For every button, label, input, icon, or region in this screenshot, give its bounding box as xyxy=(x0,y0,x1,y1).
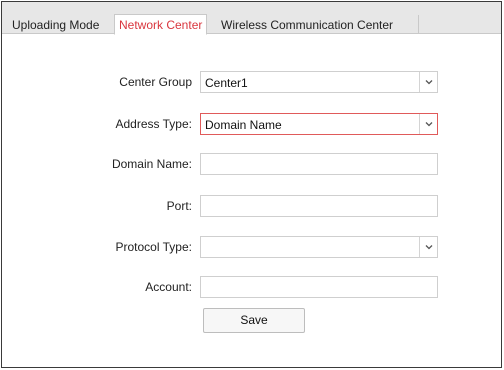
protocol-type-label: Protocol Type: xyxy=(115,240,193,254)
account-input[interactable] xyxy=(200,276,438,298)
address-type-label: Address Type: xyxy=(115,117,193,131)
address-type-select[interactable]: Domain Name xyxy=(200,113,438,135)
center-group-value: Center1 xyxy=(205,76,248,90)
tab-uploading-mode[interactable]: Uploading Mode xyxy=(8,16,103,34)
port-label: Port: xyxy=(166,199,192,213)
tab-network-center[interactable]: Network Center xyxy=(114,14,208,35)
center-group-label: Center Group xyxy=(119,75,192,89)
protocol-type-select[interactable] xyxy=(200,236,438,258)
port-input[interactable] xyxy=(200,195,438,217)
tab-bar: Uploading Mode Network Center Wireless C… xyxy=(2,2,501,35)
chevron-down-icon[interactable] xyxy=(419,114,437,134)
chevron-down-icon[interactable] xyxy=(419,237,437,257)
domain-name-label: Domain Name: xyxy=(111,157,192,171)
save-button[interactable]: Save xyxy=(203,308,305,333)
chevron-down-icon[interactable] xyxy=(419,72,437,92)
account-label: Account: xyxy=(145,280,192,294)
address-type-value: Domain Name xyxy=(205,118,282,132)
domain-name-input[interactable] xyxy=(200,153,438,175)
tab-wireless-communication-center[interactable]: Wireless Communication Center xyxy=(217,16,397,34)
center-group-select[interactable]: Center1 xyxy=(200,71,438,93)
tab-divider xyxy=(418,15,419,34)
